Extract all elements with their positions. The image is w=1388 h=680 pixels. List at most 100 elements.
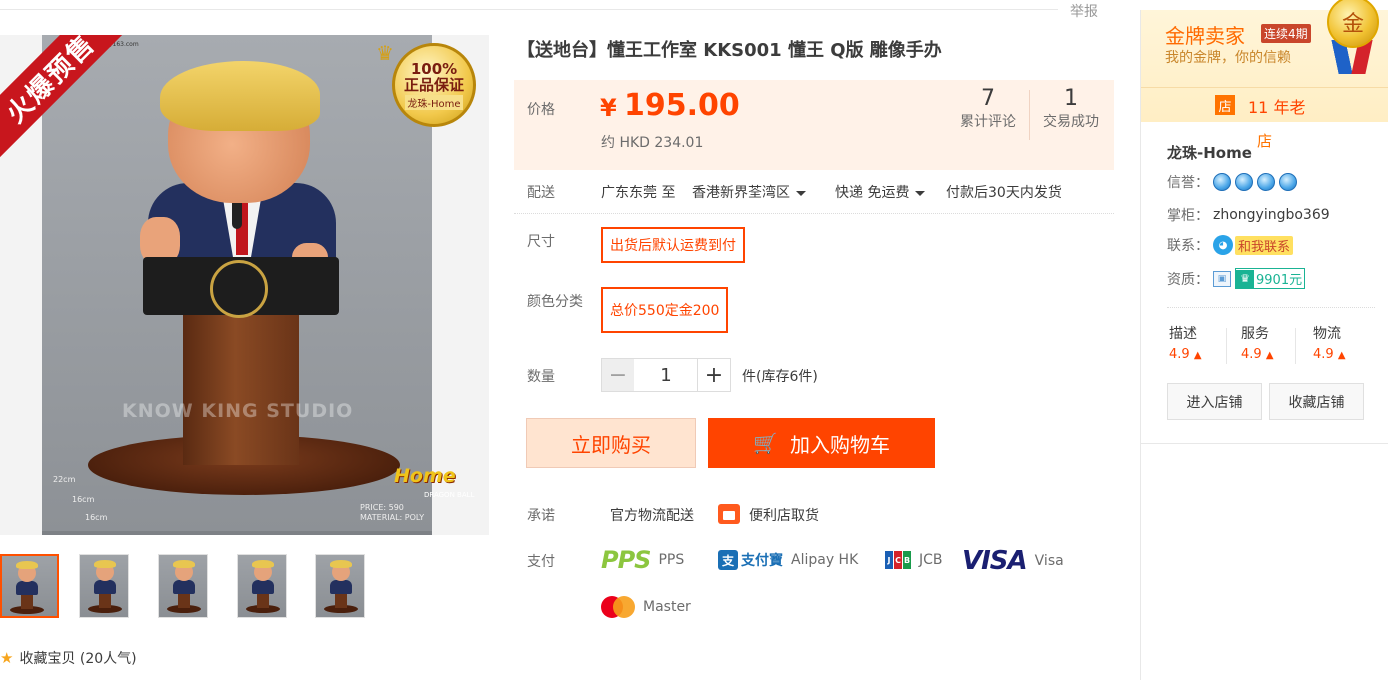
chevron-down-icon [915,190,926,196]
price-label: 价格 [527,102,555,118]
score-logistics: 物流 4.9 ▲ [1313,326,1346,362]
shop-logo-sub: DRAGON BALL [424,491,475,499]
payment-label: 支付 [527,554,555,570]
payment-jcb: JCB JCB [885,551,943,569]
deposit-icon: ♛ [1236,269,1254,288]
dimension-depth: 16cm [85,513,108,522]
sold-stat: 1 交易成功 [1043,86,1099,130]
ship-from: 广东东莞 至 [601,185,676,201]
keeper-name: zhongyingbo369 [1213,207,1330,223]
thumbnail-3[interactable] [158,554,208,618]
thumbnail-4[interactable] [237,554,287,618]
arrow-up-icon: ▲ [1265,350,1274,361]
color-option[interactable]: 总价550定金200 [601,287,729,333]
convenience-store-icon [718,504,740,524]
contact-row: 联系： ◕ 和我联系 [1167,235,1294,255]
score-divider [1295,328,1296,364]
alipay-logo-icon: 支支付寶 [718,550,783,570]
payment-mastercard: Master [601,596,691,618]
gold-seller-title: 金牌卖家 [1165,24,1245,48]
shipping-divider [514,213,1114,214]
report-link[interactable]: 举报 [1070,1,1098,21]
shop-tag-icon: 店 [1215,95,1235,115]
crown-icon: ♛ [376,41,394,65]
ship-method-select[interactable]: 快递 免运费 [835,182,926,202]
thumbnail-strip [0,554,380,620]
main-product-image[interactable]: rdio@163.com KNOW KING STUDIO 22cm 16cm … [0,35,489,535]
visa-logo-icon: VISA [962,546,1028,576]
wangwang-icon: ◕ [1213,235,1233,255]
payment-pps: PPS PPS [601,546,685,574]
promise-store-pickup[interactable]: 便利店取货 [749,505,819,525]
shop-superscript: 店 [1257,132,1273,150]
score-description: 描述 4.9 ▲ [1169,326,1202,362]
shop-logo: Home [394,465,456,487]
product-title: 【送地台】懂王工作室 KKS001 懂王 Q版 雕像手办 [517,40,942,61]
score-divider [1226,328,1227,364]
ship-to-select[interactable]: 香港新界荃湾区 [692,182,806,202]
payment-visa: VISA Visa [962,546,1064,576]
diamond-icon [1257,173,1275,191]
ship-time: 付款后30天内发货 [946,185,1062,201]
favorite-item-button[interactable]: ★ 收藏宝贝 (20人气) [0,648,137,668]
star-icon: ★ [0,649,14,667]
thumbnail-2[interactable] [79,554,129,618]
promise-logistics: 官方物流配送 [610,508,694,524]
image-spec-text: PRICE: 590 MATERIAL: POLY [360,503,425,522]
figure-hair [160,61,320,131]
price-value: 195.00 [624,88,740,123]
diamond-icon [1279,173,1297,191]
cart-icon: 🛒 [753,431,778,455]
score-service: 服务 4.9 ▲ [1241,326,1274,362]
seller-divider [1167,307,1375,308]
stock-text: 件(库存6件) [742,369,818,385]
business-license-icon[interactable]: ▣ [1213,270,1231,287]
streak-badge: 连续4期 [1261,24,1311,43]
chevron-down-icon [796,190,806,196]
figure-podium [183,300,299,465]
deposit-badge[interactable]: ♛ 9901元 [1235,268,1306,289]
gold-seller-header: 金牌卖家 连续4期 我的金牌，你的信赖 金 店 11 年老 [1141,0,1388,122]
dimension-height: 22cm [53,475,76,484]
quantity-label: 数量 [527,369,555,385]
favorite-shop-button[interactable]: 收藏店铺 [1269,383,1364,420]
credit-row: 信誉： [1167,172,1297,192]
shop-name-link[interactable]: 龙珠-Home [1167,142,1252,163]
authentic-guarantee-badge: 100% 正品保证 龙珠-Home [392,43,476,127]
payment-alipay: 支支付寶 Alipay HK [718,550,858,570]
arrow-up-icon: ▲ [1193,350,1202,361]
gold-divider [1141,87,1388,88]
pps-logo-icon: PPS [601,546,651,574]
seller-panel: 金牌卖家 连续4期 我的金牌，你的信赖 金 店 11 年老 龙珠-Home 店 … [1140,0,1388,680]
reviews-stat[interactable]: 7 累计评论 [958,86,1018,131]
contact-seller-button[interactable]: ◕ 和我联系 [1213,235,1294,255]
seller-panel-bottom [1141,443,1388,444]
shipping-label: 配送 [527,185,555,201]
diamond-icon [1213,173,1231,191]
enter-shop-button[interactable]: 进入店铺 [1167,383,1262,420]
stat-divider [1029,90,1030,140]
quantity-input[interactable] [634,358,698,392]
currency-symbol: ¥ [600,94,617,122]
top-divider [0,9,1058,10]
studio-watermark: KNOW KING STUDIO [122,400,354,422]
quantity-increase-button[interactable]: + [697,358,731,392]
size-option[interactable]: 出货后默认运费到付 [601,227,745,263]
jcb-logo-icon: JCB [885,551,911,569]
shop-years: 11 年老 [1248,98,1306,117]
quantity-decrease-button[interactable]: − [601,358,635,392]
size-label: 尺寸 [527,234,555,250]
buy-now-button[interactable]: 立即购买 [526,418,696,468]
color-label: 颜色分类 [527,294,583,310]
thumbnail-1[interactable] [0,554,59,618]
mastercard-logo-icon [601,596,635,618]
podium-seal-icon [210,260,268,318]
keeper-row: 掌柜： zhongyingbo369 [1167,207,1330,224]
add-to-cart-label: 加入购物车 [789,432,890,457]
thumbnail-5[interactable] [315,554,365,618]
arrow-up-icon: ▲ [1337,350,1346,361]
price-hkd: 约 HKD 234.01 [601,135,704,151]
gold-seller-subtitle: 我的金牌，你的信赖 [1165,50,1291,66]
add-to-cart-button[interactable]: 🛒 加入购物车 [708,418,935,468]
diamond-icon [1235,173,1253,191]
